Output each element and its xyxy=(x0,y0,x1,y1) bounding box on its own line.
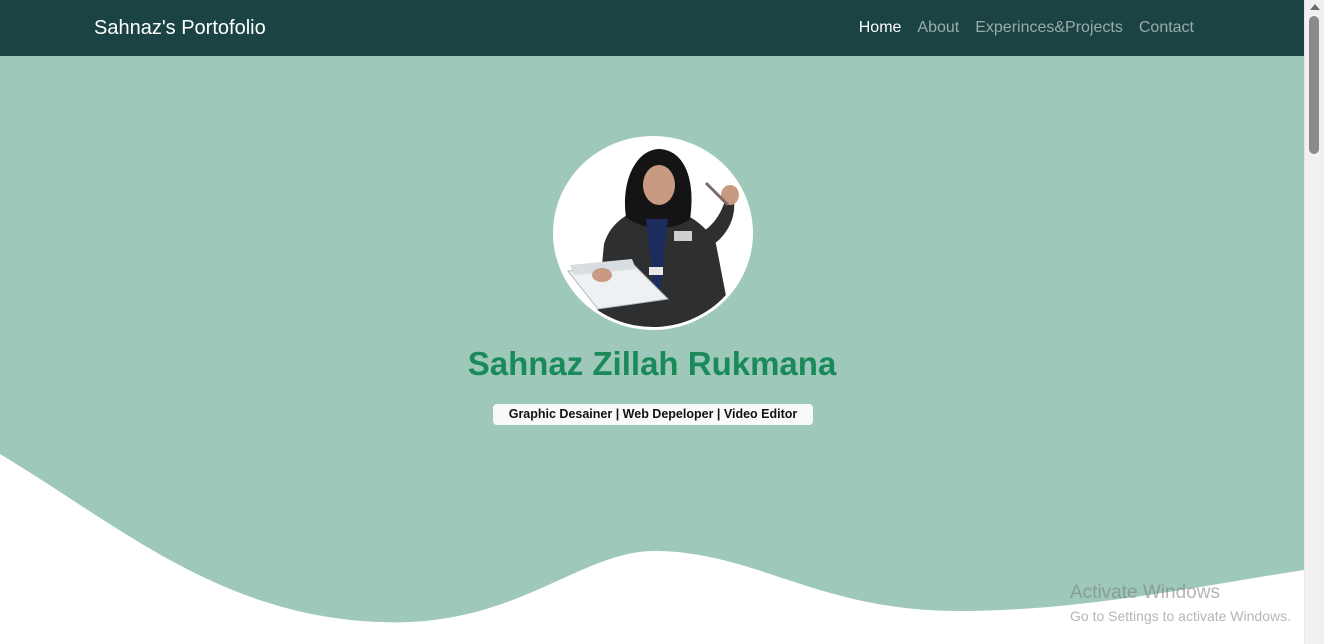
profile-illustration xyxy=(556,139,750,327)
watermark-subtitle: Go to Settings to activate Windows. xyxy=(1070,608,1291,624)
profile-photo xyxy=(553,136,753,330)
nav-link-contact[interactable]: Contact xyxy=(1131,18,1202,38)
windows-activation-watermark: Activate Windows Go to Settings to activ… xyxy=(1070,582,1291,626)
vertical-scrollbar[interactable] xyxy=(1304,0,1324,644)
nav-link-experiences-projects[interactable]: Experinces&Projects xyxy=(967,18,1131,38)
nav-link-about[interactable]: About xyxy=(909,18,967,38)
navbar: Sahnaz's Portofolio Home About Experince… xyxy=(0,0,1304,56)
hero-roles-badge: Graphic Desainer | Web Depeloper | Video… xyxy=(493,404,813,425)
scrollbar-thumb[interactable] xyxy=(1309,16,1319,154)
nav-links: Home About Experinces&Projects Contact xyxy=(851,18,1202,38)
nav-link-home[interactable]: Home xyxy=(851,18,910,38)
hero-name: Sahnaz Zillah Rukmana xyxy=(467,345,837,382)
page: Sahnaz's Portofolio Home About Experince… xyxy=(0,0,1304,644)
watermark-title: Activate Windows xyxy=(1070,582,1220,603)
scroll-up-arrow-icon[interactable] xyxy=(1310,4,1320,10)
brand-link[interactable]: Sahnaz's Portofolio xyxy=(94,16,266,40)
